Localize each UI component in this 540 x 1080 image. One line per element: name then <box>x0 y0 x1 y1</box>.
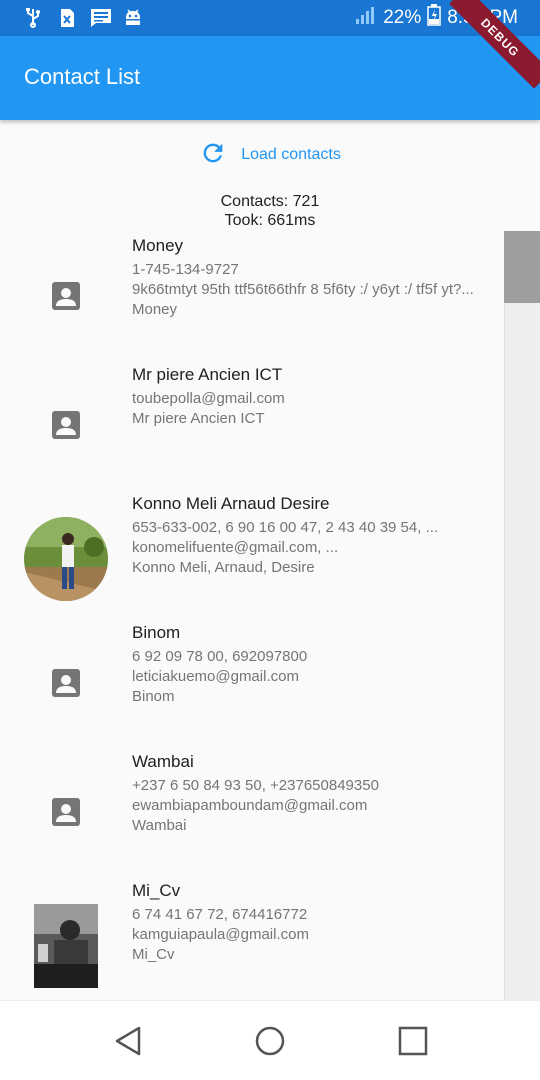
contact-item[interactable]: Binom 6 92 09 78 00, 692097800 leticiaku… <box>0 623 504 752</box>
contact-phone: 653-633-002, 6 90 16 00 47, 2 43 40 39 5… <box>132 519 439 536</box>
content: Load contacts Contacts: 721 Took: 661ms … <box>0 120 540 1000</box>
navigation-bar <box>0 1000 540 1080</box>
usb-icon <box>22 8 44 28</box>
contact-detail: 9k66tmtyt 95th ttf56t66thfr 8 5f6ty :/ y… <box>132 281 474 298</box>
contact-display-name: Mr piere Ancien ICT <box>132 410 265 427</box>
message-icon <box>90 8 112 28</box>
load-contacts-label: Load contacts <box>241 146 341 163</box>
contact-item[interactable]: Mi_Cv 6 74 41 67 72, 674416772 kamguiapa… <box>0 881 504 1000</box>
contact-item[interactable]: Mr piere Ancien ICT toubepolla@gmail.com… <box>0 365 504 494</box>
battery-percent: 22% <box>383 7 422 28</box>
scrollbar-track[interactable] <box>504 231 540 1001</box>
contact-email: kamguiapaula@gmail.com <box>132 926 309 943</box>
person-icon <box>24 641 108 725</box>
load-time: Took: 661ms <box>224 212 316 229</box>
person-icon <box>24 383 108 467</box>
contact-name: Wambai <box>132 752 194 771</box>
contact-email: toubepolla@gmail.com <box>132 390 285 407</box>
load-contacts-button[interactable]: Load contacts <box>199 139 341 172</box>
contact-phone: 1-745-134-9727 <box>132 261 239 278</box>
app-bar: Contact List <box>0 36 540 120</box>
contact-phone: +237 6 50 84 93 50, +237650849350 <box>132 777 379 794</box>
app-title: Contact List <box>24 64 141 89</box>
android-debug-icon <box>122 8 144 28</box>
contact-display-name: Mi_Cv <box>132 946 175 963</box>
person-icon <box>24 770 108 854</box>
contact-display-name: Konno Meli, Arnaud, Desire <box>132 559 315 576</box>
person-icon <box>24 254 108 338</box>
contact-display-name: Binom <box>132 688 175 705</box>
contacts-count: Contacts: 721 <box>220 193 320 210</box>
contact-photo-avatar <box>24 904 108 988</box>
contact-phone: 6 74 41 67 72, 674416772 <box>132 906 308 923</box>
contact-name: Money <box>132 236 184 255</box>
load-row: Load contacts <box>0 140 540 170</box>
contact-name: Mr piere Ancien ICT <box>132 365 283 384</box>
recents-icon[interactable] <box>395 1023 431 1059</box>
contact-email: leticiakuemo@gmail.com <box>132 668 299 685</box>
contact-name: Binom <box>132 623 181 642</box>
contact-email: konomelifuente@gmail.com, ... <box>132 539 339 556</box>
refresh-icon <box>199 139 227 172</box>
contact-item[interactable]: Wambai +237 6 50 84 93 50, +237650849350… <box>0 752 504 881</box>
contact-item[interactable]: Money 1-745-134-9727 9k66tmtyt 95th ttf5… <box>0 236 504 365</box>
battery-icon <box>427 4 441 32</box>
home-icon[interactable] <box>252 1023 288 1059</box>
contact-phone: 6 92 09 78 00, 692097800 <box>132 648 308 665</box>
contact-item[interactable]: Konno Meli Arnaud Desire 653-633-002, 6 … <box>0 494 504 623</box>
contact-name: Konno Meli Arnaud Desire <box>132 494 330 513</box>
contact-email: ewambiapamboundam@gmail.com <box>132 797 368 814</box>
contact-display-name: Wambai <box>132 817 187 834</box>
back-icon[interactable] <box>110 1023 146 1059</box>
contact-display-name: Money <box>132 301 178 318</box>
stats: Contacts: 721 Took: 661ms <box>0 192 540 230</box>
contact-photo-avatar <box>24 517 108 601</box>
signal-icon <box>355 5 377 31</box>
scrollbar-thumb[interactable] <box>504 231 540 303</box>
contact-name: Mi_Cv <box>132 881 181 900</box>
no-sim-icon <box>56 8 78 28</box>
